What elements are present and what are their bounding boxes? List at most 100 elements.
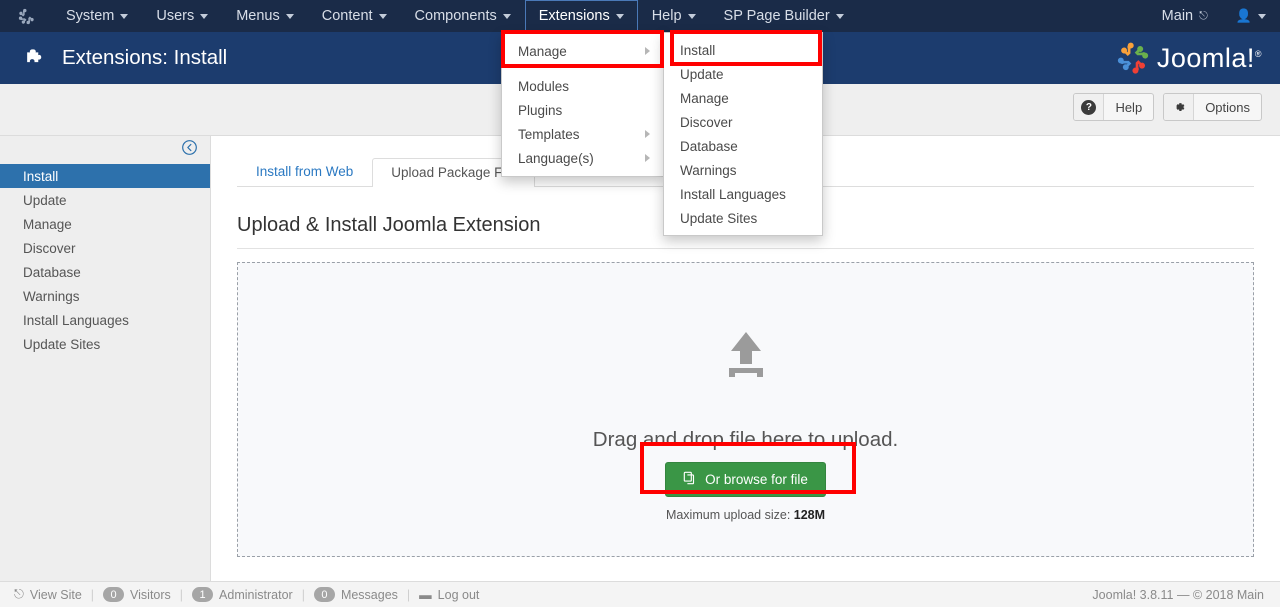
- dropdown-item-languages[interactable]: Language(s): [502, 146, 663, 170]
- status-badge: 1: [192, 587, 214, 602]
- submenu-item-label: Install Languages: [680, 186, 786, 202]
- tab-install-from-web[interactable]: Install from Web: [237, 157, 372, 187]
- sidebar-item-label: Discover: [23, 240, 76, 256]
- sidebar-collapse-button[interactable]: [0, 136, 210, 164]
- status-visitors-label: Visitors: [130, 587, 171, 602]
- registered-mark: ®: [1254, 48, 1262, 59]
- panel-title: Upload & Install Joomla Extension: [237, 214, 541, 236]
- sidebar: Install Update Manage Discover Database …: [0, 136, 211, 581]
- user-menu[interactable]: 👤: [1222, 0, 1280, 32]
- menu-item-sp-page-builder[interactable]: SP Page Builder: [710, 0, 858, 32]
- dropdown-item-templates[interactable]: Templates: [502, 122, 663, 146]
- copy-files-icon: [683, 471, 697, 488]
- divider: |: [406, 587, 411, 602]
- file-dropzone[interactable]: Drag and drop file here to upload. Or br…: [237, 262, 1254, 557]
- submenu-item-update-sites[interactable]: Update Sites: [664, 206, 822, 230]
- dropdown-item-label: Modules: [518, 78, 570, 94]
- submenu-item-database[interactable]: Database: [664, 134, 822, 158]
- submenu-item-discover[interactable]: Discover: [664, 110, 822, 134]
- dropdown-item-label: Plugins: [518, 102, 563, 118]
- status-view-site[interactable]: ⎋ View Site: [14, 587, 82, 602]
- panel-divider: [237, 248, 1254, 249]
- joomla-symbol-icon: [1117, 42, 1148, 74]
- menu-item-users[interactable]: Users: [142, 0, 222, 32]
- chevron-down-icon: [378, 13, 387, 19]
- submenu-item-install[interactable]: Install: [664, 38, 822, 62]
- joomla-admin-page: System Users Menus Content Components Ex…: [0, 0, 1280, 607]
- dropdown-item-modules[interactable]: Modules: [502, 74, 663, 98]
- view-site-label: Main: [1161, 8, 1194, 24]
- submenu-item-install-languages[interactable]: Install Languages: [664, 182, 822, 206]
- status-bar-left: ⎋ View Site | 0 Visitors | 1 Administrat…: [14, 587, 479, 602]
- submenu-item-label: Manage: [680, 90, 729, 106]
- status-logout-label: Log out: [437, 587, 480, 602]
- menu-item-label: Components: [414, 8, 497, 24]
- sidebar-item-install-languages[interactable]: Install Languages: [0, 308, 210, 332]
- submenu-item-manage[interactable]: Manage: [664, 86, 822, 110]
- menu-item-menus[interactable]: Menus: [222, 0, 308, 32]
- help-button-label: Help: [1115, 99, 1143, 115]
- menu-item-help[interactable]: Help: [638, 0, 710, 32]
- dropdown-item-manage[interactable]: Manage: [502, 39, 663, 63]
- status-messages-label: Messages: [340, 587, 398, 602]
- submenu-item-label: Database: [680, 138, 738, 154]
- menu-item-content[interactable]: Content: [308, 0, 401, 32]
- sidebar-item-warnings[interactable]: Warnings: [0, 284, 210, 308]
- dropdown-item-label: Language(s): [518, 150, 594, 166]
- divider: |: [301, 587, 305, 602]
- status-badge: 0: [313, 587, 335, 602]
- status-messages[interactable]: 0 Messages: [313, 587, 398, 602]
- submenu-item-label: Warnings: [680, 162, 737, 178]
- menu-item-label: Users: [156, 8, 195, 24]
- max-upload-size: Maximum upload size: 128M: [666, 508, 825, 522]
- menu-item-extensions[interactable]: Extensions: [524, 0, 638, 32]
- divider: |: [179, 587, 184, 602]
- status-view-site-label: View Site: [29, 587, 82, 602]
- chevron-down-icon: [1258, 13, 1266, 19]
- user-icon: 👤: [1235, 8, 1252, 23]
- status-visitors[interactable]: 0 Visitors: [103, 587, 171, 602]
- chevron-down-icon: [285, 13, 294, 19]
- options-button-label: Options: [1205, 99, 1250, 115]
- view-site-link[interactable]: Main ⎋: [1148, 0, 1222, 32]
- menu-item-components[interactable]: Components: [401, 0, 525, 32]
- help-button[interactable]: ? Help: [1073, 93, 1155, 121]
- sidebar-item-database[interactable]: Database: [0, 260, 210, 284]
- max-upload-size-label: Maximum upload size:: [665, 508, 791, 522]
- browse-for-file-button[interactable]: Or browse for file: [665, 462, 826, 497]
- status-administrators[interactable]: 1 Administrator: [192, 587, 293, 602]
- submenu-arrow-icon: [645, 154, 650, 162]
- gear-icon: [1164, 94, 1195, 120]
- sidebar-item-discover[interactable]: Discover: [0, 236, 210, 260]
- dropdown-item-label: Templates: [518, 126, 580, 142]
- sidebar-item-label: Install: [23, 168, 59, 184]
- options-button[interactable]: Options: [1163, 93, 1262, 121]
- chevron-down-icon: [615, 13, 624, 19]
- submenu-item-update[interactable]: Update: [664, 62, 822, 86]
- external-link-icon: ⎋: [1199, 9, 1208, 22]
- extensions-dropdown-menu: Manage Modules Plugins Templates Languag…: [501, 32, 664, 177]
- submenu-arrow-icon: [645, 47, 650, 55]
- submenu-item-label: Update Sites: [680, 210, 758, 226]
- upload-arrow-icon: [719, 330, 773, 387]
- joomla-mark-icon[interactable]: [0, 0, 52, 32]
- page-title: Extensions: Install: [62, 46, 228, 69]
- tab-label: Upload Package File: [391, 164, 516, 180]
- chevron-down-icon: [502, 13, 511, 19]
- sidebar-item-manage[interactable]: Manage: [0, 212, 210, 236]
- dropdown-item-plugins[interactable]: Plugins: [502, 98, 663, 122]
- submenu-item-warnings[interactable]: Warnings: [664, 158, 822, 182]
- chevron-down-icon: [120, 13, 129, 19]
- joomla-logo: Joomla!®: [1116, 41, 1262, 75]
- sidebar-item-update-sites[interactable]: Update Sites: [0, 332, 210, 356]
- puzzle-piece-icon: [22, 45, 48, 71]
- menu-item-system[interactable]: System: [52, 0, 142, 32]
- sidebar-item-update[interactable]: Update: [0, 188, 210, 212]
- menu-item-label: System: [66, 8, 115, 24]
- status-logout[interactable]: ▬ Log out: [419, 588, 479, 602]
- sidebar-item-install[interactable]: Install: [0, 164, 210, 188]
- menu-item-label: Menus: [236, 8, 280, 24]
- sidebar-item-label: Manage: [23, 216, 72, 232]
- status-version: Joomla! 3.8.11 — © 2018 Main: [1092, 587, 1264, 602]
- menu-item-label: SP Page Builder: [723, 8, 830, 24]
